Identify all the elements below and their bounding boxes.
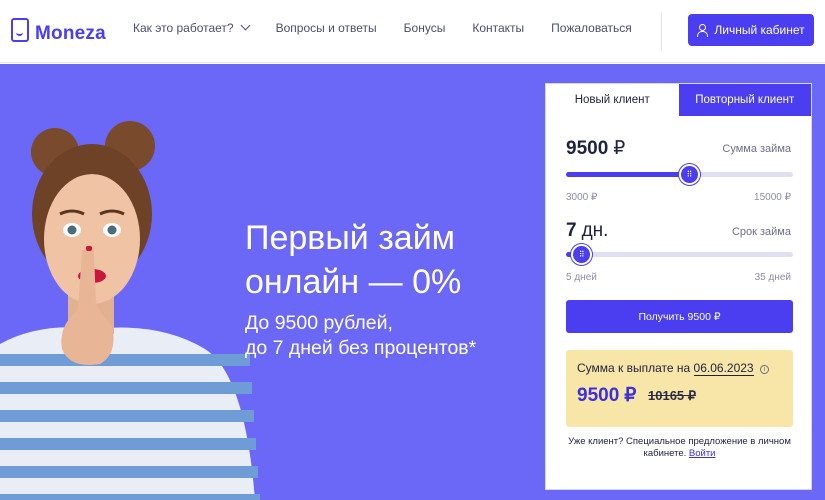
- get-loan-button[interactable]: Получить 9500 ₽: [566, 300, 793, 333]
- payout-amount-number: 9500: [577, 385, 620, 406]
- hero-subtitle: До 9500 рублей, до 7 дней без процентов*: [245, 311, 476, 361]
- existing-client-note: Уже клиент? Специальное предложение в ли…: [556, 436, 803, 460]
- personal-cabinet-label: Личный кабинет: [714, 23, 805, 37]
- amount-slider-fill: [566, 172, 689, 177]
- nav-divider: [661, 12, 662, 50]
- amount-unit: ₽: [613, 138, 626, 159]
- main-nav: Как это работает? Вопросы и ответы Бонус…: [133, 20, 659, 35]
- client-tabs: Новый клиент Повторный клиент: [546, 84, 811, 116]
- amount-slider[interactable]: [566, 164, 793, 185]
- hero-title-line: Первый займ: [245, 219, 456, 257]
- nav-item-faq[interactable]: Вопросы и ответы: [276, 21, 377, 35]
- hero-subtitle-line: до 7 дней без процентов*: [245, 337, 477, 359]
- term-label: Срок займа: [731, 226, 791, 238]
- hero-woman-image: [0, 121, 260, 500]
- site-header: Moneza Как это работает? Вопросы и ответ…: [0, 0, 825, 63]
- hero-title: Первый займ онлайн — 0%: [245, 216, 461, 304]
- payout-amount: 9500 ₽: [577, 384, 636, 407]
- tab-new-client[interactable]: Новый клиент: [546, 84, 679, 116]
- note-text: Уже клиент? Специальное предложение в ли…: [568, 436, 791, 459]
- term-slider[interactable]: [566, 244, 793, 265]
- amount-min-label: 3000 ₽: [566, 192, 598, 203]
- payout-old-amount: 10165 ₽: [648, 388, 697, 403]
- logo-icon: [11, 18, 29, 42]
- tab-repeat-client[interactable]: Повторный клиент: [678, 84, 811, 116]
- loan-calculator: Новый клиент Повторный клиент 9500 ₽ Сумм…: [545, 83, 812, 490]
- chevron-down-icon: [240, 20, 251, 31]
- amount-number: 9500: [566, 138, 609, 159]
- hero-subtitle-line: До 9500 рублей,: [245, 312, 393, 334]
- info-icon[interactable]: i: [759, 365, 769, 374]
- term-number: 7: [566, 220, 577, 241]
- nav-item-how-it-works[interactable]: Как это работает?: [133, 20, 251, 35]
- nav-item-label: Бонусы: [403, 21, 446, 35]
- amount-value: 9500 ₽: [566, 137, 625, 160]
- term-value: 7 дн.: [566, 220, 608, 242]
- payout-label-row: Сумма к выплате на 06.06.2023 i: [577, 361, 769, 376]
- logo[interactable]: Moneza: [11, 15, 106, 45]
- user-icon: [697, 24, 709, 37]
- nav-item-complain[interactable]: Пожаловаться: [551, 21, 632, 35]
- payout-date: 06.06.2023: [693, 361, 754, 376]
- payout-amount-unit: ₽: [624, 385, 637, 406]
- term-unit: дн.: [581, 220, 609, 241]
- term-max-label: 35 дней: [754, 272, 791, 283]
- nav-item-label: Как это работает?: [133, 21, 234, 35]
- login-link[interactable]: Войти: [689, 448, 716, 459]
- personal-cabinet-button[interactable]: Личный кабинет: [688, 14, 814, 46]
- term-min-label: 5 дней: [566, 272, 597, 283]
- payout-box: Сумма к выплате на 06.06.2023 i 9500 ₽ 10…: [566, 350, 793, 427]
- amount-label: Сумма займа: [722, 143, 791, 155]
- payout-label: Сумма к выплате на: [577, 361, 691, 375]
- hero-title-line: онлайн — 0%: [245, 263, 462, 301]
- amount-slider-handle[interactable]: [678, 164, 700, 185]
- term-slider-handle[interactable]: [571, 244, 593, 265]
- nav-item-label: Пожаловаться: [551, 21, 632, 35]
- nav-item-label: Контакты: [472, 21, 525, 35]
- nav-item-contacts[interactable]: Контакты: [472, 21, 524, 35]
- amount-max-label: 15000 ₽: [754, 192, 791, 203]
- logo-text: Moneza: [35, 23, 106, 44]
- nav-item-bonuses[interactable]: Бонусы: [404, 21, 446, 35]
- nav-item-label: Вопросы и ответы: [275, 21, 377, 35]
